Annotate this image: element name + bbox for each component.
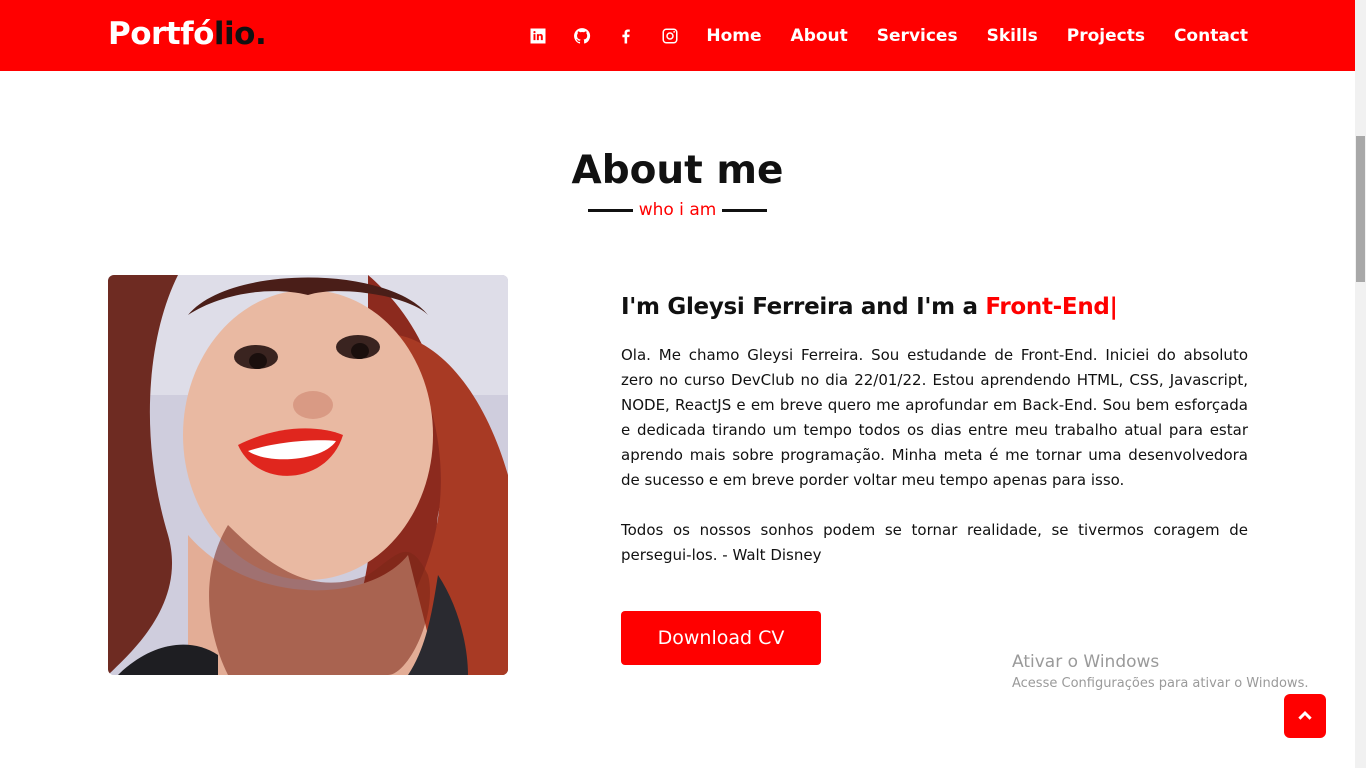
- nav-link-skills[interactable]: Skills: [987, 26, 1038, 46]
- about-paragraph: Ola. Me chamo Gleysi Ferreira. Sou estud…: [621, 346, 1248, 489]
- logo[interactable]: Portfólio.: [108, 16, 267, 52]
- nav-link-home[interactable]: Home: [706, 26, 761, 46]
- nav-link-about[interactable]: About: [791, 26, 848, 46]
- github-icon[interactable]: [560, 0, 604, 71]
- chevron-up-icon: [1298, 711, 1312, 720]
- about-quote: Todos os nossos sonhos podem se tornar r…: [621, 521, 1248, 564]
- subtitle-line-left: [587, 208, 633, 212]
- windows-activation-watermark: Ativar o Windows Acesse Configurações pa…: [1012, 652, 1308, 691]
- about-content: I'm Gleysi Ferreira and I'm a Front-End|…: [621, 294, 1248, 568]
- linkedin-icon[interactable]: [516, 0, 560, 71]
- facebook-icon[interactable]: [604, 0, 648, 71]
- subtitle-text: who i am: [638, 200, 717, 220]
- download-cv-button[interactable]: Download CV: [621, 611, 821, 665]
- subtitle-line-right: [722, 208, 768, 212]
- nav-link-services[interactable]: Services: [877, 26, 958, 46]
- navbar: Portfólio. Home About Services Skills Pr…: [0, 0, 1355, 71]
- scrollbar-thumb[interactable]: [1356, 136, 1365, 282]
- logo-text-white: Portfó: [108, 16, 214, 52]
- main-menu: Home About Services Skills Projects Cont…: [700, 26, 1248, 46]
- section-title: About me: [571, 148, 784, 193]
- heading-role: Front-End|: [985, 294, 1118, 320]
- watermark-subtitle: Acesse Configurações para ativar o Windo…: [1012, 676, 1309, 691]
- scroll-to-top-button[interactable]: [1284, 694, 1326, 738]
- nav-link-projects[interactable]: Projects: [1067, 26, 1145, 46]
- nav-right: Home About Services Skills Projects Cont…: [516, 0, 1248, 71]
- section-subtitle: who i am: [0, 200, 1355, 220]
- logo-text-dark: lio.: [213, 16, 267, 52]
- nav-link-contact[interactable]: Contact: [1174, 26, 1248, 46]
- scrollbar[interactable]: [1355, 0, 1366, 768]
- social-links: [516, 0, 692, 71]
- watermark-title: Ativar o Windows: [1012, 652, 1160, 672]
- instagram-icon[interactable]: [648, 0, 692, 71]
- about-heading: I'm Gleysi Ferreira and I'm a Front-End|: [621, 294, 1248, 320]
- heading-prefix: I'm Gleysi Ferreira and I'm a: [621, 294, 986, 320]
- profile-photo: [108, 275, 508, 675]
